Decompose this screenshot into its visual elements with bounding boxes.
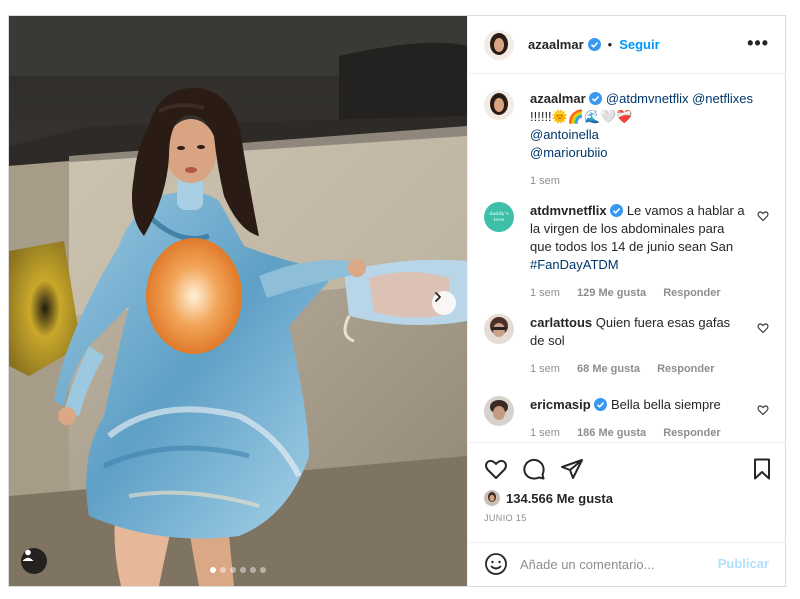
- comment-item: daddy’s love atdmvnetflix Le vamos a hab…: [484, 202, 769, 302]
- caption-avatar-image: [484, 90, 514, 120]
- caption-avatar[interactable]: [484, 90, 514, 120]
- caption: azaalmar @atdmvnetflix @netflixes !!!!!!…: [484, 90, 769, 190]
- author-username[interactable]: azaalmar: [528, 37, 584, 52]
- carousel-dot: [210, 567, 216, 573]
- author-avatar-image: [484, 30, 514, 60]
- heart-icon[interactable]: [484, 457, 508, 481]
- comment-avatar[interactable]: daddy’s love: [484, 202, 514, 232]
- mention-link[interactable]: @mariorubiio: [530, 145, 608, 160]
- post-side-panel: azaalmar • Seguir ••• azaalmar @atdmvnet…: [467, 16, 785, 586]
- verified-badge-icon: [610, 204, 624, 217]
- verified-badge-icon: [589, 92, 603, 105]
- post-header: azaalmar • Seguir •••: [468, 16, 785, 74]
- likes-count[interactable]: 134.566 Me gusta: [506, 491, 613, 506]
- reply-button[interactable]: Responder: [657, 363, 714, 375]
- comment-avatar-image: [484, 396, 514, 426]
- follow-button[interactable]: Seguir: [619, 37, 659, 52]
- post-date[interactable]: JUNIO 15: [484, 513, 527, 523]
- instagram-post: azaalmar • Seguir ••• azaalmar @atdmvnet…: [8, 15, 786, 587]
- comment-likes[interactable]: 129 Me gusta: [577, 287, 646, 299]
- comment-time[interactable]: 1 sem: [530, 287, 560, 299]
- comment-username[interactable]: ericmasip: [530, 397, 591, 412]
- comment-meta: 1 sem 129 Me gusta Responder: [530, 284, 747, 302]
- mention-link[interactable]: @netflixes: [692, 91, 753, 106]
- emoji-icon[interactable]: [484, 552, 508, 576]
- caption-time[interactable]: 1 sem: [530, 175, 560, 187]
- carousel-dot: [260, 567, 266, 573]
- carousel-dot: [250, 567, 256, 573]
- hashtag-link[interactable]: #FanDayATDM: [530, 257, 619, 272]
- chevron-right-icon: [435, 292, 441, 302]
- comment-avatar[interactable]: [484, 314, 514, 344]
- comment-time[interactable]: 1 sem: [530, 427, 560, 439]
- comment-item: carlattous Quien fuera esas gafas de sol…: [484, 314, 769, 375]
- comment-likes[interactable]: 186 Me gusta: [577, 427, 646, 439]
- likes-summary: 134.566 Me gusta: [484, 490, 613, 506]
- carousel-dot: [230, 567, 236, 573]
- carousel-dot: [220, 567, 226, 573]
- add-comment-bar: Publicar: [468, 542, 785, 586]
- avatar-logo-text: daddy’s love: [489, 211, 509, 223]
- comment-meta: 1 sem 68 Me gusta Responder: [530, 360, 747, 378]
- caption-emoji-text: !!!!!!🌞🌈🌊🤍❤️‍🩹: [530, 109, 633, 124]
- comment-icon[interactable]: [522, 457, 546, 481]
- mention-link[interactable]: @atdmvnetflix: [606, 91, 689, 106]
- comment-item: ericmasip Bella bella siempre 1 sem 186 …: [484, 396, 769, 442]
- comment-time[interactable]: 1 sem: [530, 363, 560, 375]
- caption-body: azaalmar @atdmvnetflix @netflixes !!!!!!…: [530, 90, 769, 190]
- post-actions: 134.566 Me gusta JUNIO 15: [468, 442, 785, 532]
- verified-badge-icon: [587, 38, 601, 51]
- post-author-row: azaalmar • Seguir: [528, 37, 660, 52]
- comment-avatar[interactable]: [484, 396, 514, 426]
- comment-meta: 1 sem 186 Me gusta Responder: [530, 424, 747, 442]
- comment-like-heart-icon[interactable]: [757, 322, 769, 334]
- comment-like-heart-icon[interactable]: [757, 210, 769, 222]
- comment-username[interactable]: atdmvnetflix: [530, 203, 607, 218]
- comment-avatar-image: [484, 314, 514, 344]
- carousel-dot: [240, 567, 246, 573]
- comment-body: ericmasip Bella bella siempre 1 sem 186 …: [530, 396, 747, 442]
- caption-meta: 1 sem: [530, 172, 769, 190]
- post-photo: [9, 16, 467, 586]
- comments-list[interactable]: azaalmar @atdmvnetflix @netflixes !!!!!!…: [468, 74, 785, 442]
- comment-input[interactable]: [520, 553, 710, 575]
- carousel-next-button[interactable]: [432, 291, 456, 315]
- comment-body: carlattous Quien fuera esas gafas de sol…: [530, 314, 747, 378]
- share-icon[interactable]: [560, 457, 584, 481]
- comment-like-heart-icon[interactable]: [757, 404, 769, 416]
- verified-badge-icon: [594, 398, 608, 411]
- separator-dot: •: [607, 37, 613, 52]
- post-media[interactable]: [9, 16, 467, 586]
- bookmark-icon[interactable]: [750, 457, 774, 481]
- carousel-indicator: [9, 567, 467, 573]
- more-options-button[interactable]: •••: [747, 34, 769, 52]
- reply-button[interactable]: Responder: [663, 287, 720, 299]
- comment-likes[interactable]: 68 Me gusta: [577, 363, 640, 375]
- publish-button[interactable]: Publicar: [718, 556, 769, 571]
- comment-text: Bella bella siempre: [610, 397, 721, 412]
- reply-button[interactable]: Responder: [663, 427, 720, 439]
- mention-link[interactable]: @antoinella: [530, 127, 599, 142]
- liker-avatar[interactable]: [484, 490, 500, 506]
- author-avatar[interactable]: [484, 30, 514, 60]
- user-tag-icon: [22, 549, 34, 561]
- comment-body: atdmvnetflix Le vamos a hablar a la virg…: [530, 202, 747, 302]
- caption-username[interactable]: azaalmar: [530, 91, 586, 106]
- comment-username[interactable]: carlattous: [530, 315, 592, 330]
